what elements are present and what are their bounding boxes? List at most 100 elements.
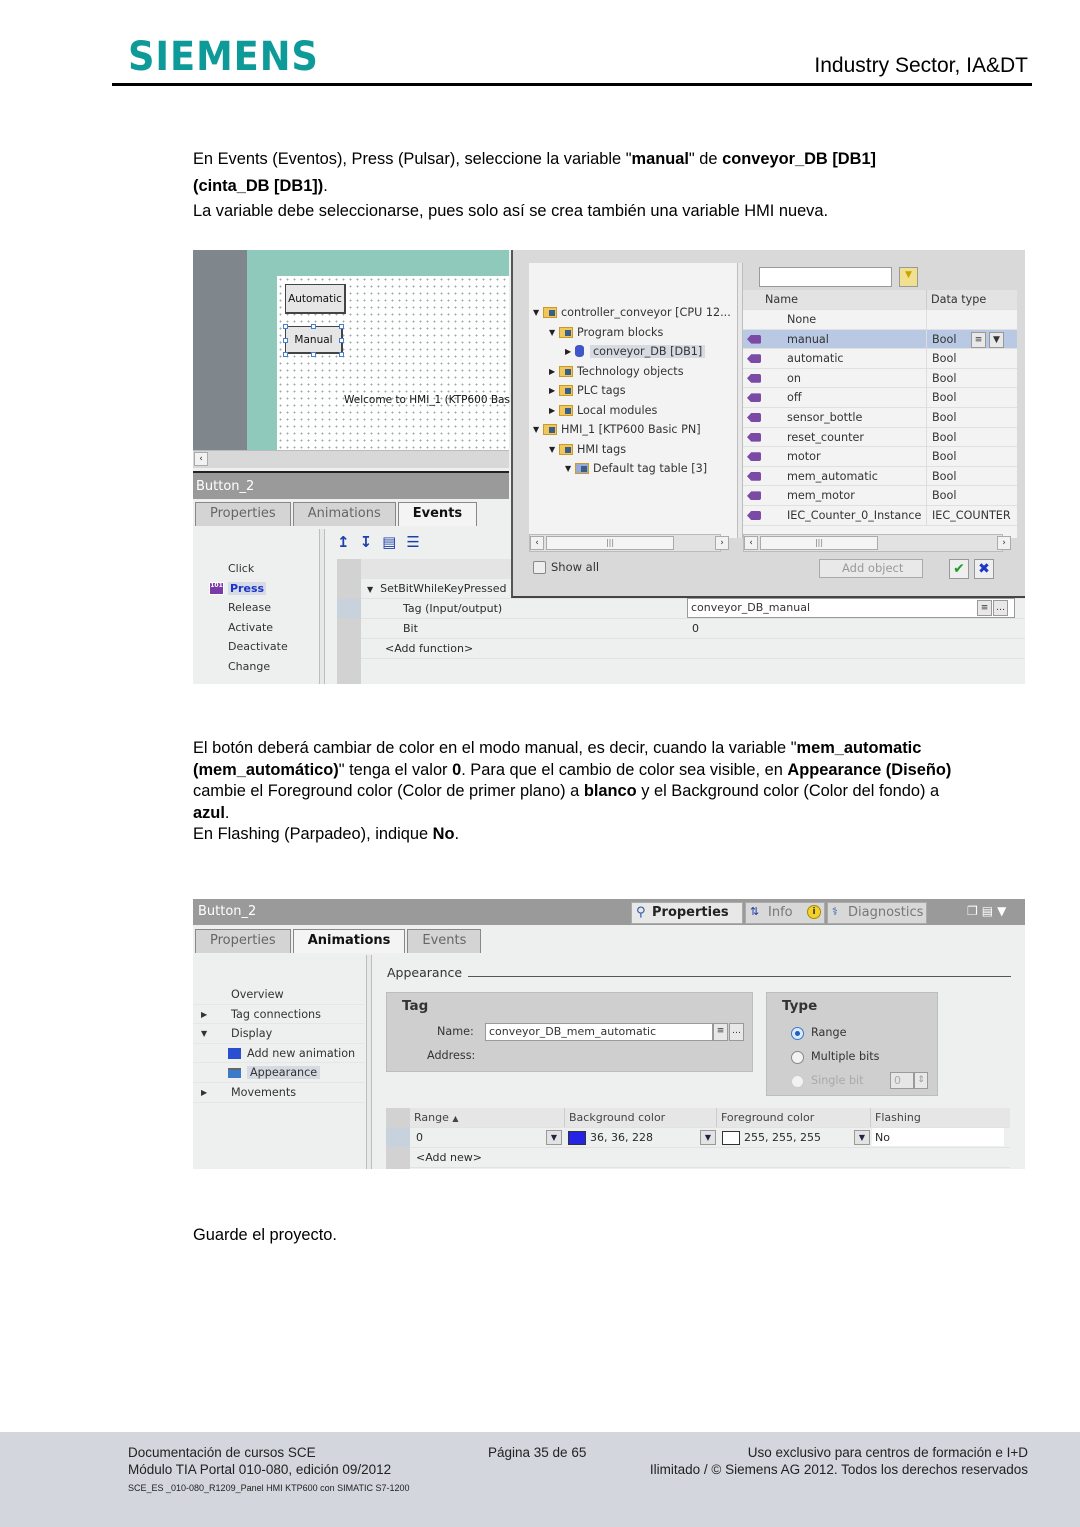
collapse-icon[interactable]: ▤ (382, 533, 406, 551)
dropdown-icon[interactable]: ▼ (854, 1130, 870, 1145)
scroll-left-icon[interactable]: ‹ (530, 536, 544, 550)
range-value[interactable]: 0 (416, 1128, 423, 1147)
foreground-color-cell[interactable]: 255, 255, 255 (720, 1128, 821, 1147)
tag-list-item[interactable]: mem_automatic Bool (743, 466, 1017, 487)
scroll-left-icon[interactable]: ‹ (194, 452, 208, 466)
selection-handle[interactable] (339, 338, 344, 343)
selection-handle[interactable] (283, 324, 288, 329)
minimize-icon[interactable]: ▤ (982, 904, 997, 918)
tree-item[interactable]: ▶ PLC tags (549, 381, 626, 399)
dropdown-icon[interactable]: ▼ (989, 331, 1004, 348)
selection-handle[interactable] (283, 352, 288, 357)
column-flashing[interactable]: Flashing (870, 1108, 921, 1127)
event-press[interactable]: 101 Press (193, 579, 319, 599)
tree-item-selected[interactable]: ▶ conveyor_DB [DB1] (565, 342, 706, 360)
tree-item[interactable]: ▶ Technology objects (549, 362, 684, 380)
tag-list-item[interactable]: mem_motor Bool (743, 486, 1017, 506)
top-tab-info[interactable]: ⇅ Info i (745, 902, 825, 924)
column-name[interactable]: Name (765, 290, 798, 309)
scroll-right-icon[interactable]: › (997, 536, 1011, 550)
tab-animations[interactable]: Animations (292, 502, 396, 526)
add-new-row[interactable]: <Add new> (410, 1148, 1010, 1168)
dropdown-icon[interactable]: ▼ (546, 1130, 562, 1145)
move-up-icon[interactable]: ↥ (337, 533, 360, 551)
tag-list-item[interactable]: IEC_Counter_0_Instance IEC_COUNTER (743, 506, 1017, 526)
tag-search-input[interactable] (759, 267, 892, 287)
event-change[interactable]: Change (193, 657, 319, 677)
background-color-cell[interactable]: 36, 36, 228 (566, 1128, 653, 1147)
tree-horizontal-scrollbar[interactable]: ‹ ||| (529, 534, 721, 552)
hmi-button-automatic[interactable]: Automatic (285, 284, 346, 314)
tree-item[interactable]: ▼ Default tag table [3] (565, 459, 707, 477)
panel-splitter[interactable] (319, 529, 325, 684)
column-range[interactable]: Range ▲ (414, 1108, 459, 1128)
tag-input[interactable]: conveyor_DB_manual (687, 598, 1015, 618)
top-tab-properties[interactable]: ⚲ Properties (631, 902, 743, 924)
tag-list-item[interactable]: motor Bool (743, 447, 1017, 467)
selection-handle[interactable] (339, 352, 344, 357)
selection-handle[interactable] (311, 324, 316, 329)
column-data-type[interactable]: Data type (926, 290, 986, 309)
scroll-left-icon[interactable]: ‹ (744, 536, 758, 550)
column-foreground-color[interactable]: Foreground color (716, 1108, 814, 1127)
browse-button[interactable]: … (993, 600, 1008, 616)
cancel-x-icon[interactable]: ✖ (974, 559, 994, 579)
tree-item[interactable]: ▼ Program blocks (549, 323, 663, 341)
flashing-value[interactable]: No (872, 1128, 1004, 1146)
list-icon[interactable]: ≡ (713, 1023, 728, 1041)
tree-item[interactable]: ▶ Local modules (549, 401, 657, 419)
filter-icon[interactable]: ▼ (899, 267, 918, 287)
tree-item[interactable]: ▼ HMI_1 [KTP600 Basic PN] (533, 420, 701, 438)
browse-button[interactable]: … (729, 1023, 744, 1041)
nav-appearance[interactable]: Appearance (193, 1063, 365, 1083)
event-release[interactable]: Release (193, 598, 319, 618)
tag-list-item[interactable]: manual Bool ≡ ▼ (743, 329, 1017, 350)
column-background-color[interactable]: Background color (564, 1108, 665, 1127)
bit-value[interactable]: 0 (692, 619, 699, 638)
event-activate[interactable]: Activate (193, 618, 319, 638)
add-object-button[interactable]: Add object (819, 559, 923, 578)
show-all-checkbox[interactable]: Show all (533, 560, 599, 574)
event-deactivate[interactable]: Deactivate (193, 637, 319, 657)
nav-overview[interactable]: Overview (193, 985, 365, 1005)
tag-name-input[interactable]: conveyor_DB_mem_automatic (485, 1023, 713, 1041)
tag-list-item[interactable]: off Bool (743, 388, 1017, 408)
tab-properties[interactable]: Properties (195, 502, 291, 526)
tab-animations[interactable]: Animations (292, 929, 406, 953)
hmi-button-manual[interactable]: Manual (285, 326, 343, 354)
tree-item[interactable]: ▼ controller_conveyor [CPU 12... (533, 303, 731, 321)
selection-handle[interactable] (311, 352, 316, 357)
float-window-icon[interactable]: ❐ (967, 904, 982, 918)
tag-list-item[interactable]: sensor_bottle Bool (743, 408, 1017, 428)
nav-tag-connections[interactable]: ▶ Tag connections (193, 1005, 365, 1025)
confirm-check-icon[interactable]: ✔ (949, 559, 969, 579)
panel-splitter[interactable] (366, 955, 372, 1169)
add-function-row[interactable]: <Add function> (361, 639, 1025, 659)
table-row[interactable]: 0 ▼ 36, 36, 228 ▼ 255, 255, 255 ▼ No (410, 1128, 1010, 1148)
radio-range[interactable]: Range (791, 1026, 846, 1040)
tree-item[interactable]: ▼ HMI tags (549, 440, 626, 458)
tag-list-item[interactable]: reset_counter Bool (743, 427, 1017, 448)
tab-events[interactable]: Events (397, 502, 478, 526)
scroll-right-icon[interactable]: › (715, 536, 729, 550)
nav-display[interactable]: ▼ Display (193, 1024, 365, 1044)
dropdown-icon[interactable]: ▼ (700, 1130, 716, 1145)
scroll-thumb[interactable]: ||| (760, 536, 878, 550)
tag-list-item[interactable]: None (743, 310, 1017, 330)
tag-list-item[interactable]: on Bool (743, 368, 1017, 389)
menu-down-icon[interactable]: ▼ (997, 904, 1010, 918)
list-icon[interactable]: ≡ (977, 600, 992, 616)
selection-handle[interactable] (339, 324, 344, 329)
list-icon[interactable]: ≡ (971, 331, 986, 348)
radio-multiple-bits[interactable]: Multiple bits (791, 1050, 879, 1064)
tags-horizontal-scrollbar[interactable]: ‹ ||| (743, 534, 1003, 552)
canvas-horizontal-scrollbar[interactable]: ‹ (193, 450, 509, 468)
tab-properties[interactable]: Properties (195, 929, 291, 953)
selection-handle[interactable] (283, 338, 288, 343)
nav-add-new-animation[interactable]: Add new animation (193, 1044, 365, 1064)
top-tab-diagnostics[interactable]: ⚕ Diagnostics (827, 902, 927, 924)
tag-list-item[interactable]: automatic Bool (743, 349, 1017, 369)
checkbox-icon[interactable] (533, 561, 546, 574)
expand-icon[interactable]: ☰ (406, 533, 429, 551)
tab-events[interactable]: Events (407, 929, 482, 953)
